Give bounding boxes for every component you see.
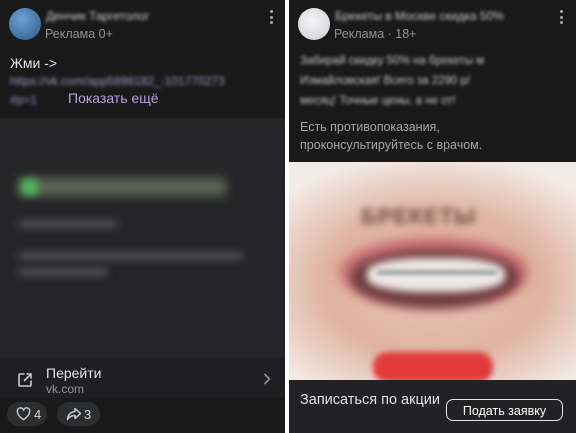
medical-disclaimer: Есть противопоказания, проконсультируйте… xyxy=(300,120,483,152)
share-icon xyxy=(66,407,82,421)
post-text-line: Забирай скидку 50% на брекеты м xyxy=(300,55,485,67)
blurred-text-line xyxy=(18,268,108,276)
teeth xyxy=(367,258,505,292)
author-name[interactable]: Денчик Таргетолог xyxy=(46,9,149,23)
post-text-line: месяц! Точные цены, а не от! xyxy=(300,95,456,107)
post-media[interactable]: БРЕКЕТЫ xyxy=(289,162,576,380)
show-more-link[interactable]: Показать ещё xyxy=(68,90,159,106)
chevron-right-icon xyxy=(264,373,271,385)
post-header: Брекеты в Москве скидка 50% Реклама · 18… xyxy=(289,0,576,48)
post-text: Жми -> xyxy=(10,55,58,71)
external-link-icon xyxy=(18,373,32,387)
author-avatar[interactable] xyxy=(298,8,330,40)
more-options-icon[interactable] xyxy=(555,10,567,28)
go-link-row[interactable]: Перейти vk.com xyxy=(0,358,285,398)
blurred-caption xyxy=(18,220,118,228)
post-link[interactable]: https://vk.com/app5898182_-101770273 xyxy=(10,74,225,88)
braces xyxy=(377,270,497,275)
blurred-cta-badge xyxy=(373,352,493,380)
post-actions: 4 3 xyxy=(0,398,285,433)
right-ad-post: Брекеты в Москве скидка 50% Реклама · 18… xyxy=(289,0,576,433)
ad-label: Реклама · 18+ xyxy=(334,27,417,41)
ad-label: Реклама 0+ xyxy=(45,27,113,41)
author-avatar[interactable] xyxy=(9,8,41,40)
heart-icon xyxy=(16,407,31,421)
link-domain: vk.com xyxy=(46,382,85,396)
left-ad-post: Денчик Таргетолог Реклама 0+ Жми -> http… xyxy=(0,0,285,433)
cta-bar: Записаться по акции Подать заявку xyxy=(289,380,576,433)
post-link-cont[interactable]: #p=1 xyxy=(10,93,37,107)
like-count: 4 xyxy=(34,407,42,422)
share-count: 3 xyxy=(84,407,92,422)
like-button[interactable]: 4 xyxy=(7,402,47,426)
cta-text: Записаться по акции xyxy=(300,392,440,408)
blurred-logo xyxy=(22,179,38,195)
submit-request-button[interactable]: Подать заявку xyxy=(446,399,563,421)
post-media[interactable] xyxy=(0,118,285,358)
link-title[interactable]: Перейти xyxy=(46,365,101,381)
blurred-brand-word: БРЕКЕТЫ xyxy=(361,204,477,229)
share-button[interactable]: 3 xyxy=(57,402,100,426)
more-options-icon[interactable] xyxy=(265,10,277,28)
author-name[interactable]: Брекеты в Москве скидка 50% xyxy=(335,9,504,23)
post-header: Денчик Таргетолог Реклама 0+ xyxy=(0,0,285,48)
blurred-banner xyxy=(18,178,226,196)
post-text-line: Измайловская! Всего за 2290 р/ xyxy=(300,75,471,87)
blurred-text-line xyxy=(18,252,243,260)
